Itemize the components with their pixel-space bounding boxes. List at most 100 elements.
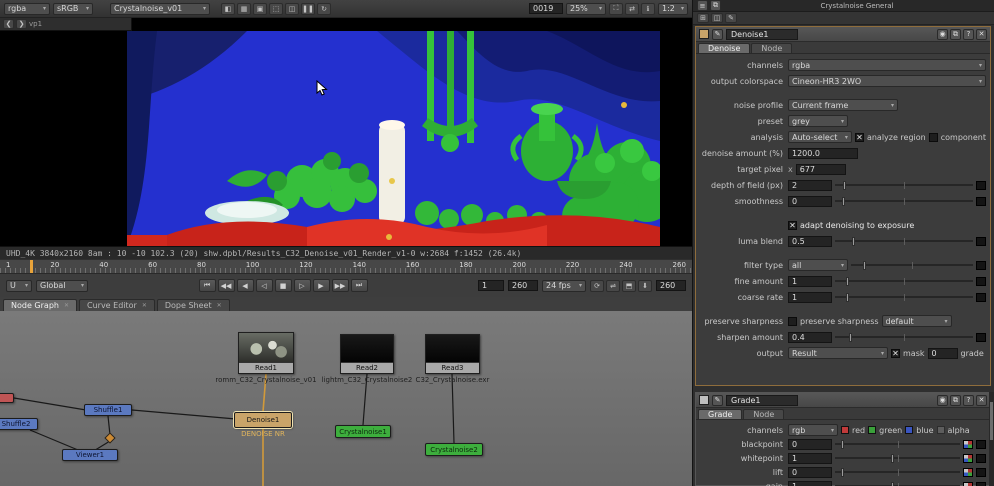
info-icon[interactable]: ℹ [641,3,655,15]
node-color-swatch[interactable] [699,395,709,405]
close-tab-icon[interactable]: ✕ [142,302,147,309]
color-swatch-button[interactable] [963,440,973,449]
panel2-tab-grade[interactable]: Grade [698,409,742,419]
slider-handle[interactable] [891,454,894,463]
knob-slider[interactable] [835,440,960,449]
node-read1[interactable]: Read1 [238,332,294,374]
proxy-ratio-select[interactable]: 1:2▾ [658,3,688,15]
color-swatch-button[interactable] [963,468,973,477]
knob-slider[interactable] [835,277,973,286]
next-view-button[interactable]: ❯ [16,19,27,29]
refresh-icon[interactable]: ↻ [317,3,331,15]
select-all[interactable]: all▾ [788,259,848,271]
fullscreen-icon[interactable]: ⛶ [609,3,623,15]
value-field[interactable]: 0 [788,467,832,478]
value-field[interactable]: 677 [796,164,846,175]
last-frame-field[interactable]: 260 [656,280,686,291]
viewer-canvas[interactable] [0,18,692,246]
select-grey[interactable]: grey▾ [788,115,848,127]
download-icon[interactable]: ⬇ [638,280,652,292]
close-tab-icon[interactable]: ✕ [64,302,69,309]
goto-end-button[interactable]: ⏭ [351,279,368,292]
color-swatch-button[interactable] [963,482,973,486]
select-default[interactable]: default▾ [882,315,952,327]
wipe-icon[interactable]: ◧ [221,3,235,15]
slider-handle[interactable] [849,333,852,342]
float-pane-icon[interactable]: ⧉ [710,0,721,11]
pin-icon[interactable]: ⊞ [697,13,709,23]
value-field[interactable]: 2 [788,180,832,191]
float-panel-icon[interactable]: ⧉ [950,395,961,406]
node-shuffle2[interactable]: Shuffle2 [0,418,38,430]
play-backward-button[interactable]: ◁ [256,279,273,292]
panel2-tab-node[interactable]: Node [743,409,784,419]
animation-menu-button[interactable] [976,440,986,449]
value-field[interactable]: 1 [788,453,832,464]
animation-menu-button[interactable] [976,237,986,246]
node-name-field[interactable]: Denoise1 [726,29,798,40]
roi-icon[interactable]: ⬚ [269,3,283,15]
checkbox-adapt-denoising-to-exposure[interactable]: ✕ [788,221,797,230]
play-forward-fast-button[interactable]: ▶▶ [332,279,349,292]
node-color-swatch[interactable] [699,29,709,39]
knob-slider[interactable] [835,197,973,206]
node-shuffle1[interactable]: Shuffle1 [84,404,132,416]
nodegraph-tab-curve-editor[interactable]: Curve Editor✕ [79,299,155,311]
node-name-field[interactable]: Grade1 [726,395,798,406]
layer-select[interactable]: rgba▾ [4,3,50,15]
close-panel-icon[interactable]: ✕ [976,29,987,40]
checkbox-mask[interactable]: ✕ [891,349,900,358]
display-transform-select[interactable]: sRGB▾ [53,3,93,15]
range-end-field[interactable]: 260 [508,280,538,291]
center-node-icon[interactable]: ◉ [937,29,948,40]
close-panel-icon[interactable]: ✕ [976,395,987,406]
proxy-toggle-icon[interactable]: ◫ [285,3,299,15]
value-field[interactable]: 0 [788,439,832,450]
scrollbar-thumb[interactable] [990,402,993,440]
play-forward-button[interactable]: ▷ [294,279,311,292]
value-field[interactable]: 1200.0 [788,148,858,159]
checkbox-analyze-region[interactable]: ✕ [855,133,864,142]
animation-menu-button[interactable] [976,293,986,302]
knob-slider[interactable] [835,181,973,190]
value-field[interactable]: 1 [788,481,832,486]
step-forward-button[interactable]: ▶ [313,279,330,292]
edit-name-icon[interactable]: ✎ [712,395,723,406]
properties-scrollbar[interactable] [989,392,994,486]
animation-menu-button[interactable] [976,181,986,190]
pause-icon[interactable]: ❚❚ [301,3,315,15]
select-result[interactable]: Result▾ [788,347,888,359]
knob-slider[interactable] [835,293,973,302]
value-field[interactable]: 1 [788,276,832,287]
slider-handle[interactable] [841,440,844,449]
channel-alpha-checkbox[interactable] [937,426,945,434]
playhead[interactable] [30,260,33,274]
center-node-icon[interactable]: ◉ [937,395,948,406]
edit-name-icon[interactable]: ✎ [712,29,723,40]
knob-slider[interactable] [835,237,973,246]
value-field[interactable]: 0 [788,196,832,207]
animation-menu-button[interactable] [976,277,986,286]
animation-menu-button[interactable] [976,261,986,270]
slider-handle[interactable] [891,482,894,486]
channel-red-checkbox[interactable] [841,426,849,434]
node-graph-canvas[interactable]: Read1romm_C32_Crystalnoise_v01Read2light… [0,311,692,486]
slider-handle[interactable] [841,468,844,477]
node-crystalnoise2[interactable]: Crystalnoise2 [425,443,483,456]
node-viewer1[interactable]: Viewer1 [62,449,118,461]
animation-menu-button[interactable] [976,454,986,463]
select-current-frame[interactable]: Current frame▾ [788,99,898,111]
float-panel-icon[interactable]: ⧉ [950,29,961,40]
zoom-select[interactable]: 25%▾ [566,3,606,15]
viewer-input-select[interactable]: Crystalnoise_v01▾ [110,3,210,15]
select-rgb[interactable]: rgb▾ [788,424,838,436]
knob-slider[interactable] [851,261,973,270]
close-tab-icon[interactable]: ✕ [217,302,222,309]
select-cineon-hr3-2wo[interactable]: Cineon-HR3 2WO▾ [788,75,986,87]
stop-button[interactable]: ■ [275,279,292,292]
node-edge-node[interactable] [0,393,14,403]
slider-handle[interactable] [863,261,866,270]
channel-blue-checkbox[interactable] [905,426,913,434]
range-start-field[interactable]: 1 [478,280,504,291]
bounce-icon[interactable]: ⇌ [606,280,620,292]
